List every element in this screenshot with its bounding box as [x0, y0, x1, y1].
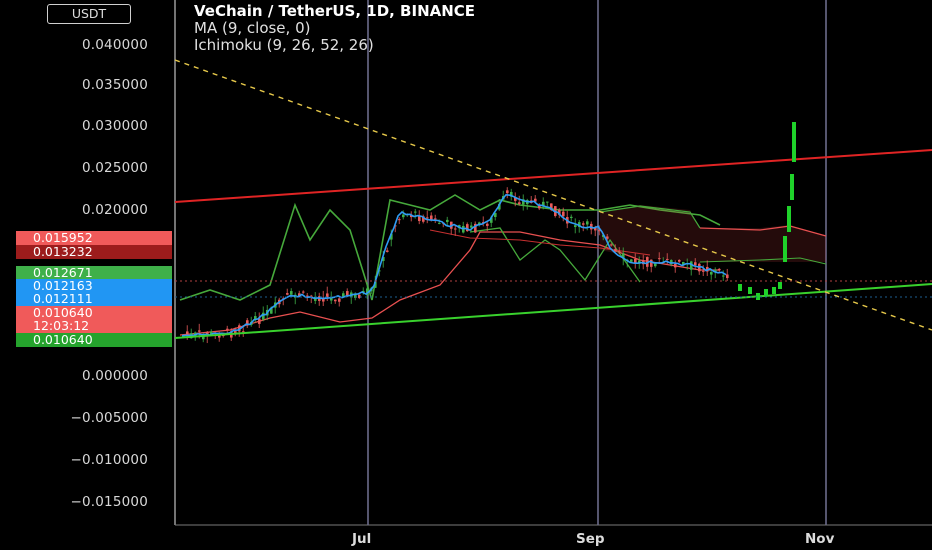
time-tick-jul: Jul: [352, 531, 372, 547]
candle-body: [586, 221, 589, 225]
candle-body: [286, 293, 289, 295]
symbol-title[interactable]: VeChain / TetherUS, 1D, BINANCE: [194, 3, 475, 20]
candle-body: [414, 211, 417, 213]
candle-body: [678, 260, 681, 262]
candle-body: [694, 262, 697, 266]
candle-body: [398, 219, 401, 221]
candle-body: [562, 211, 565, 217]
price-tick: −0.005000: [70, 410, 148, 426]
candle-body: [718, 268, 721, 271]
candle-body: [446, 219, 449, 223]
candle-body: [666, 258, 669, 260]
chart-legend: VeChain / TetherUS, 1D, BINANCE MA (9, c…: [194, 3, 475, 54]
ichimoku-cloud-bearish: [600, 205, 826, 262]
price-tick: −0.010000: [70, 452, 148, 468]
projection-candle: [783, 236, 787, 262]
candle-body: [618, 251, 621, 253]
candle-body: [262, 312, 265, 320]
candle-body: [574, 225, 577, 228]
projection-candle: [772, 287, 776, 294]
candle-body: [486, 223, 489, 226]
candle-body: [418, 216, 421, 222]
candle-body: [402, 214, 405, 218]
price-tick: 0.025000: [81, 160, 148, 176]
price-badge: 0.013232: [16, 245, 172, 259]
price-badge: 0.010640: [16, 333, 172, 347]
currency-selector[interactable]: USDT: [47, 4, 131, 24]
price-tick: −0.015000: [70, 494, 148, 510]
candle-body: [702, 270, 705, 272]
candle-body: [438, 222, 441, 224]
price-badge: 0.015952: [16, 231, 172, 245]
projection-candle: [787, 206, 791, 232]
candle-body: [358, 294, 361, 298]
candle-body: [674, 263, 677, 268]
candle-body: [386, 250, 389, 252]
candle-body: [338, 298, 341, 302]
candle-body: [710, 272, 713, 275]
projection-candle: [748, 287, 752, 294]
candle-body: [654, 263, 657, 267]
candle-body: [722, 275, 725, 277]
indicator-ichimoku[interactable]: Ichimoku (9, 26, 52, 26): [194, 37, 475, 54]
candle-body: [470, 225, 473, 228]
candle-body: [454, 228, 457, 230]
price-badge: 12:03:12: [16, 319, 172, 333]
projection-candle: [790, 174, 794, 200]
price-badge: 0.012111: [16, 292, 172, 306]
candle-body: [610, 244, 613, 246]
candle-body: [582, 223, 585, 225]
time-tick-nov: Nov: [805, 531, 835, 547]
support-trendline: [174, 283, 932, 339]
candle-body: [302, 291, 305, 293]
price-tick: 0.020000: [81, 202, 148, 218]
price-tick: 0.000000: [81, 368, 148, 384]
candle-body: [426, 217, 429, 219]
projection-candle: [738, 284, 742, 291]
price-scale[interactable]: USDT 0.040000 0.035000 0.030000 0.025000 0.0…: [0, 0, 175, 525]
candle-body: [518, 202, 521, 204]
candle-body: [506, 190, 509, 194]
candle-body: [658, 258, 661, 260]
price-tick: 0.040000: [81, 37, 148, 53]
time-tick-sep: Sep: [576, 531, 605, 547]
candle-body: [546, 201, 549, 203]
price-tick: 0.035000: [81, 77, 148, 93]
candle-body: [334, 299, 337, 302]
candle-body: [290, 291, 293, 295]
resistance-trendline: [174, 149, 932, 203]
candle-body: [434, 218, 437, 220]
projection-candle: [792, 122, 796, 162]
projection-candle: [778, 282, 782, 289]
candle-body: [630, 259, 633, 262]
candle-body: [226, 328, 229, 330]
projection-candle: [764, 289, 768, 296]
indicator-ma[interactable]: MA (9, close, 0): [194, 20, 475, 37]
projection-candle: [756, 293, 760, 300]
candle-body: [726, 274, 729, 279]
candle-body: [570, 216, 573, 218]
candle-body: [198, 330, 201, 332]
price-tick: 0.030000: [81, 118, 148, 134]
